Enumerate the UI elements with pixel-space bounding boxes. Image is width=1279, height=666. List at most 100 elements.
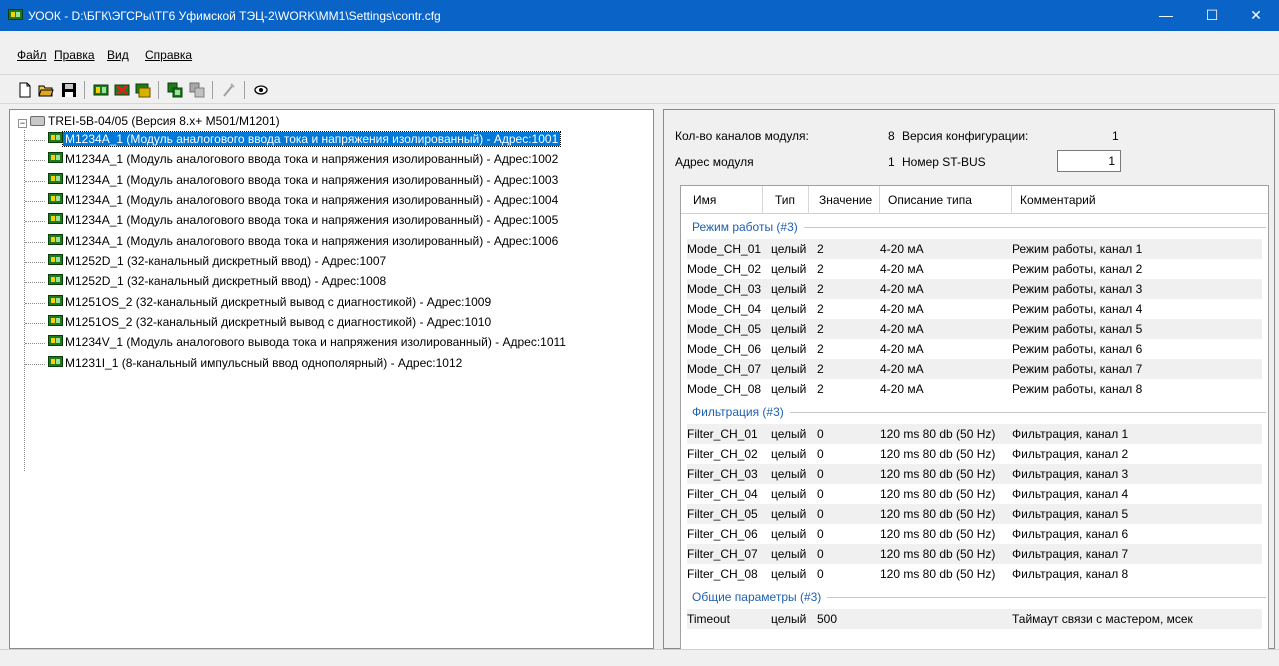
maximize-button[interactable]: ☐ <box>1189 0 1235 31</box>
tree-item[interactable]: M1234V_1 (Модуль аналогового вывода тока… <box>48 333 568 352</box>
parameters-grid[interactable]: Имя Тип Значение Описание типа Комментар… <box>680 185 1269 651</box>
tree-item[interactable]: M1251OS_2 (32-канальный дискретный вывод… <box>48 293 493 312</box>
column-header-value[interactable]: Значение <box>809 186 880 214</box>
table-row[interactable]: Filter_CH_03 целый 0 120 ms 80 db (50 Hz) Фи… <box>687 464 1262 484</box>
title-bar[interactable]: УООК - D:\БГК\ЭГСРы\ТГ6 Уфимской ТЭЦ-2\W… <box>0 0 1279 31</box>
cell-type: целый <box>771 527 807 541</box>
module-add-icon[interactable] <box>93 82 109 98</box>
module-icon <box>48 254 63 265</box>
new-file-icon[interactable] <box>17 82 33 98</box>
tree-item[interactable]: M1234A_1 (Модуль аналогового ввода тока … <box>48 191 560 210</box>
stbus-number-input[interactable]: 1 <box>1057 150 1121 172</box>
table-row[interactable]: Mode_CH_04 целый 2 4-20 мА Режим работы, кан… <box>687 299 1262 319</box>
group-header[interactable]: Фильтрация (#3) <box>681 402 1268 422</box>
menu-edit[interactable]: Правка <box>54 48 95 62</box>
menu-view[interactable]: Вид <box>107 48 129 62</box>
tree-expander[interactable]: − <box>18 119 27 128</box>
copy-icon[interactable] <box>167 82 183 98</box>
tree-item[interactable]: M1231I_1 (8-канальный импульсный ввод од… <box>48 354 464 373</box>
table-row[interactable]: Filter_CH_02 целый 0 120 ms 80 db (50 Hz) Фи… <box>687 444 1262 464</box>
minimize-button[interactable]: — <box>1143 0 1189 31</box>
cell-value[interactable]: 0 <box>817 444 824 464</box>
tree-item[interactable]: M1234A_1 (Модуль аналогового ввода тока … <box>48 130 562 149</box>
cell-comment: Фильтрация, канал 1 <box>1012 427 1129 441</box>
cell-value[interactable]: 0 <box>817 504 824 524</box>
tree-root[interactable]: − TREI-5B-04/05 (Версия 8.x+ M501/M1201) <box>18 112 280 130</box>
cell-value[interactable]: 0 <box>817 544 824 564</box>
cell-value[interactable]: 2 <box>817 319 824 339</box>
paste-icon[interactable] <box>189 82 205 98</box>
table-row[interactable]: Mode_CH_05 целый 2 4-20 мА Режим работы, кан… <box>687 319 1262 339</box>
column-header-comment[interactable]: Комментарий <box>1012 186 1268 214</box>
cell-value[interactable]: 2 <box>817 239 824 259</box>
table-row[interactable]: Filter_CH_05 целый 0 120 ms 80 db (50 Hz) Фи… <box>687 504 1262 524</box>
open-folder-icon[interactable] <box>38 82 54 98</box>
cell-value[interactable]: 2 <box>817 299 824 319</box>
group-header[interactable]: Общие параметры (#3) <box>681 587 1268 607</box>
cell-comment: Режим работы, канал 6 <box>1012 342 1143 356</box>
table-row[interactable]: Mode_CH_06 целый 2 4-20 мА Режим работы, кан… <box>687 339 1262 359</box>
module-icon <box>48 356 63 367</box>
menu-help[interactable]: Справка <box>145 48 192 62</box>
tree-item[interactable]: M1252D_1 (32-канальный дискретный ввод) … <box>48 252 388 271</box>
tree-item[interactable]: M1251OS_2 (32-канальный дискретный вывод… <box>48 313 493 332</box>
tree-connector <box>25 343 45 344</box>
menu-file[interactable]: Файл <box>17 48 47 62</box>
cell-value[interactable]: 2 <box>817 359 824 379</box>
cell-value[interactable]: 0 <box>817 564 824 584</box>
column-header-type-description[interactable]: Описание типа <box>880 186 1012 214</box>
cell-value[interactable]: 0 <box>817 524 824 544</box>
tree-connector <box>25 282 45 283</box>
table-row[interactable]: Mode_CH_03 целый 2 4-20 мА Режим работы, кан… <box>687 279 1262 299</box>
wand-icon[interactable] <box>221 82 237 98</box>
tree-item[interactable]: M1234A_1 (Модуль аналогового ввода тока … <box>48 150 560 169</box>
tree-item[interactable]: M1234A_1 (Модуль аналогового ввода тока … <box>48 171 560 190</box>
cell-value[interactable]: 0 <box>817 464 824 484</box>
table-row[interactable]: Filter_CH_01 целый 0 120 ms 80 db (50 Hz) Фи… <box>687 424 1262 444</box>
close-button[interactable]: ✕ <box>1233 0 1279 31</box>
cell-type-description: 120 ms 80 db (50 Hz) <box>880 507 996 521</box>
table-row[interactable]: Filter_CH_07 целый 0 120 ms 80 db (50 Hz) Фи… <box>687 544 1262 564</box>
cell-value[interactable]: 2 <box>817 379 824 399</box>
cell-comment: Фильтрация, канал 6 <box>1012 527 1129 541</box>
cell-value[interactable]: 0 <box>817 484 824 504</box>
eye-icon[interactable] <box>253 82 269 98</box>
cell-value[interactable]: 2 <box>817 279 824 299</box>
tree-item[interactable]: M1234A_1 (Модуль аналогового ввода тока … <box>48 232 560 251</box>
cell-value[interactable]: 2 <box>817 339 824 359</box>
module-properties-panel: Кол-во каналов модуля: 8 Версия конфигур… <box>663 109 1275 651</box>
cell-value[interactable]: 500 <box>817 609 837 629</box>
cell-type: целый <box>771 547 807 561</box>
table-row[interactable]: Filter_CH_08 целый 0 120 ms 80 db (50 Hz) Фи… <box>687 564 1262 584</box>
table-row[interactable]: Filter_CH_04 целый 0 120 ms 80 db (50 Hz) Фи… <box>687 484 1262 504</box>
tree-item[interactable]: M1234A_1 (Модуль аналогового ввода тока … <box>48 211 560 230</box>
cell-name: Filter_CH_02 <box>687 447 758 461</box>
table-row[interactable]: Mode_CH_07 целый 2 4-20 мА Режим работы, кан… <box>687 359 1262 379</box>
module-config-icon[interactable] <box>135 82 151 98</box>
tree-connector <box>25 181 45 182</box>
column-header-name[interactable]: Имя <box>681 186 763 214</box>
module-delete-icon[interactable] <box>114 82 130 98</box>
column-header-type[interactable]: Тип <box>763 186 809 214</box>
table-row[interactable]: Mode_CH_02 целый 2 4-20 мА Режим работы, кан… <box>687 259 1262 279</box>
cell-name: Filter_CH_04 <box>687 487 758 501</box>
cell-value[interactable]: 0 <box>817 424 824 444</box>
cell-value[interactable]: 2 <box>817 259 824 279</box>
cell-comment: Режим работы, канал 1 <box>1012 242 1143 256</box>
table-row[interactable]: Mode_CH_08 целый 2 4-20 мА Режим работы, кан… <box>687 379 1262 399</box>
table-row[interactable]: Mode_CH_01 целый 2 4-20 мА Режим работы, кан… <box>687 239 1262 259</box>
cell-name: Filter_CH_03 <box>687 467 758 481</box>
tree-item-label: M1234A_1 (Модуль аналогового ввода тока … <box>65 213 559 227</box>
table-row[interactable]: Timeout целый 500 Таймаут связи с мастером,… <box>687 609 1262 629</box>
toolbar-separator <box>158 81 159 99</box>
group-header[interactable]: Режим работы (#3) <box>681 217 1268 237</box>
config-version-value: 1 <box>1112 129 1119 143</box>
table-row[interactable]: Filter_CH_06 целый 0 120 ms 80 db (50 Hz) Фи… <box>687 524 1262 544</box>
save-icon[interactable] <box>61 82 77 98</box>
cell-type-description: 4-20 мА <box>880 342 924 356</box>
cell-name: Timeout <box>687 612 730 626</box>
tree-item[interactable]: M1252D_1 (32-канальный дискретный ввод) … <box>48 272 388 291</box>
cell-type: целый <box>771 282 807 296</box>
cell-type-description: 120 ms 80 db (50 Hz) <box>880 567 996 581</box>
module-tree[interactable]: − TREI-5B-04/05 (Версия 8.x+ M501/M1201) … <box>9 109 654 649</box>
